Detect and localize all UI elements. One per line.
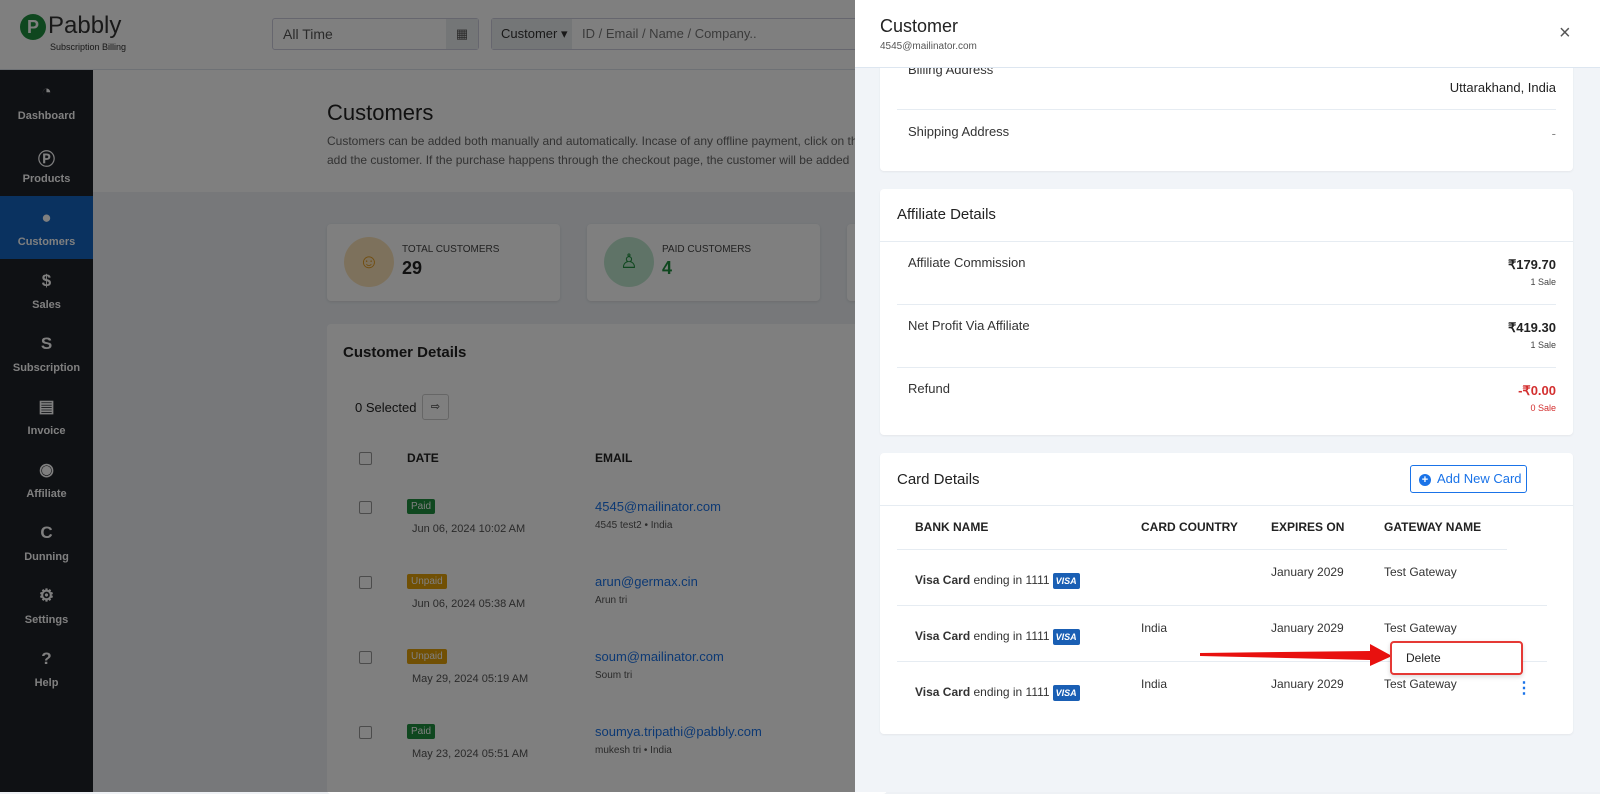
card-bank-name: Visa Card ending in 1111 VISA [915, 629, 1080, 645]
card-column-header: EXPIRES ON [1271, 520, 1345, 534]
card-column-header: BANK NAME [915, 520, 989, 534]
visa-logo: VISA [1052, 629, 1080, 645]
affiliate-row-label: Refund [908, 381, 950, 396]
affiliate-details-section: Affiliate Details Affiliate Commission ₹1… [880, 189, 1573, 435]
affiliate-row-label: Affiliate Commission [908, 255, 1026, 270]
close-icon[interactable]: × [1559, 22, 1571, 45]
card-column-header: GATEWAY NAME [1384, 520, 1482, 534]
visa-logo: VISA [1052, 573, 1080, 589]
annotation-arrow [1200, 644, 1392, 666]
visa-logo: VISA [1052, 685, 1080, 701]
delete-menu-item[interactable]: Delete [1390, 641, 1523, 675]
affiliate-row-label: Net Profit Via Affiliate [908, 318, 1030, 333]
card-column-header: CARD COUNTRY [1141, 520, 1238, 534]
modal-backdrop[interactable] [0, 0, 855, 792]
add-new-card-button[interactable]: + Add New Card [1410, 465, 1527, 493]
card-bank-name: Visa Card ending in 1111 VISA [915, 573, 1080, 589]
card-bank-name: Visa Card ending in 1111 VISA [915, 685, 1080, 701]
more-options-icon[interactable]: ⋮ [1516, 678, 1532, 698]
plus-circle-icon: + [1419, 474, 1431, 486]
